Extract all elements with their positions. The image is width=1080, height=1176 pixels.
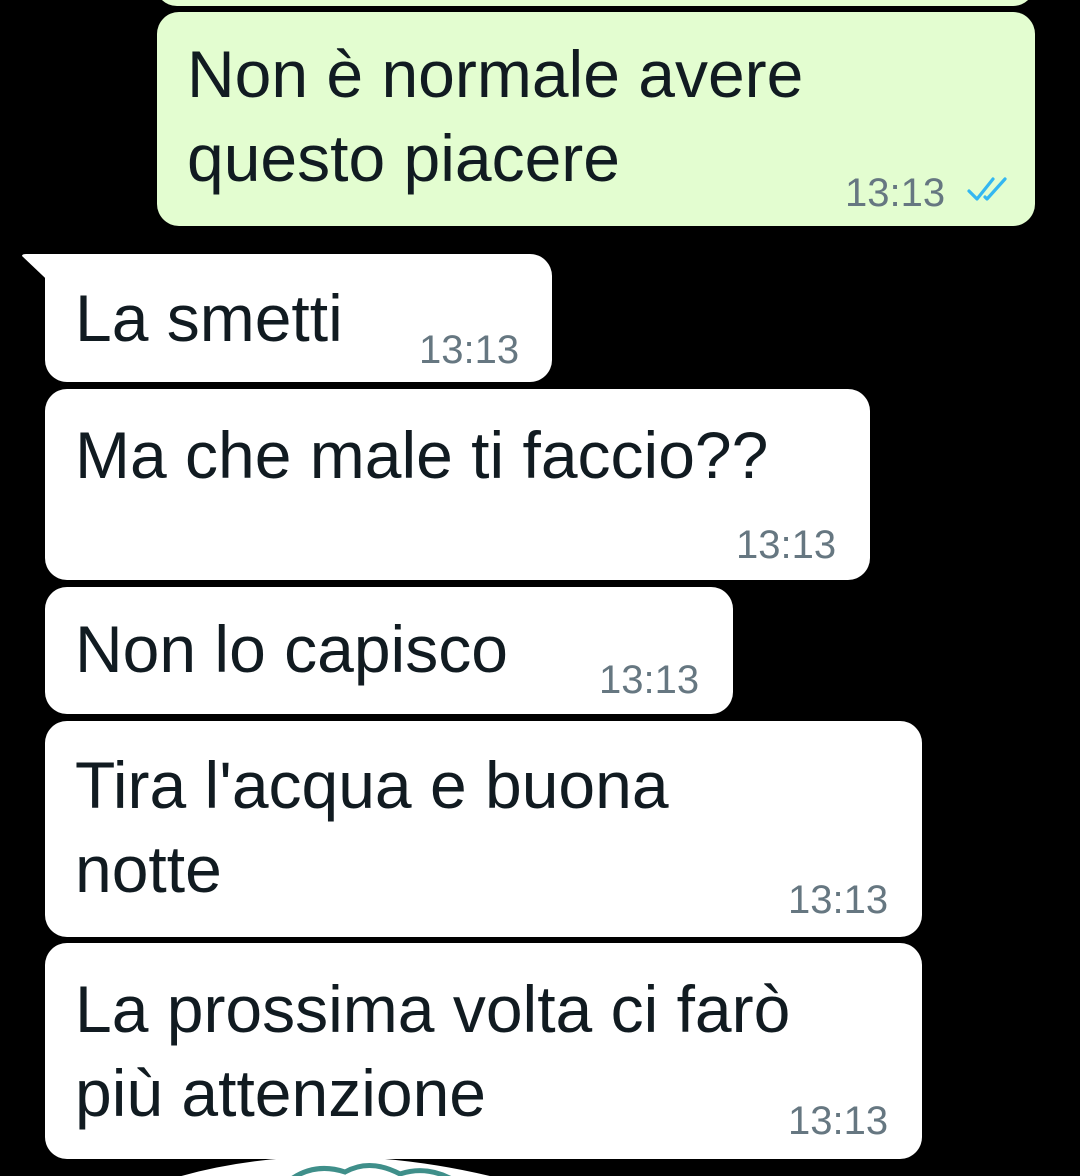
message-time: 13:13 — [599, 658, 700, 702]
message-text: Ma che male ti faccio?? — [75, 418, 769, 492]
message-text: La smetti — [75, 281, 343, 355]
message-bubble-incoming[interactable]: Tira l'acqua e buona notte 13:13 — [45, 721, 922, 937]
message-text: Non lo capisco — [75, 612, 508, 686]
message-text: La prossima volta ci farò più attenzione — [75, 972, 791, 1130]
message-bubble-incoming[interactable]: La prossima volta ci farò più attenzione… — [45, 943, 922, 1159]
read-double-check-icon — [967, 177, 1007, 201]
message-bubble-incoming[interactable]: Ma che male ti faccio?? 13:13 — [45, 389, 870, 580]
previous-message-bubble-edge[interactable] — [155, 0, 1035, 6]
message-time: 13:13 — [788, 1099, 889, 1143]
message-bubble-incoming[interactable]: La smetti 13:13 — [45, 254, 552, 382]
message-time: 13:13 — [419, 328, 520, 372]
chat-screen: Non è normale avere questo piacere 13:13… — [0, 0, 1080, 1176]
message-bubble-outgoing[interactable]: Non è normale avere questo piacere 13:13 — [157, 12, 1035, 226]
message-text: Non è normale avere questo piacere — [187, 37, 804, 195]
message-time: 13:13 — [736, 523, 837, 567]
message-text: Tira l'acqua e buona notte — [75, 748, 669, 906]
sticker-image-partial[interactable] — [130, 1150, 550, 1176]
message-time: 13:13 — [845, 171, 946, 215]
message-time: 13:13 — [788, 878, 889, 922]
message-bubble-incoming[interactable]: Non lo capisco 13:13 — [45, 587, 733, 714]
